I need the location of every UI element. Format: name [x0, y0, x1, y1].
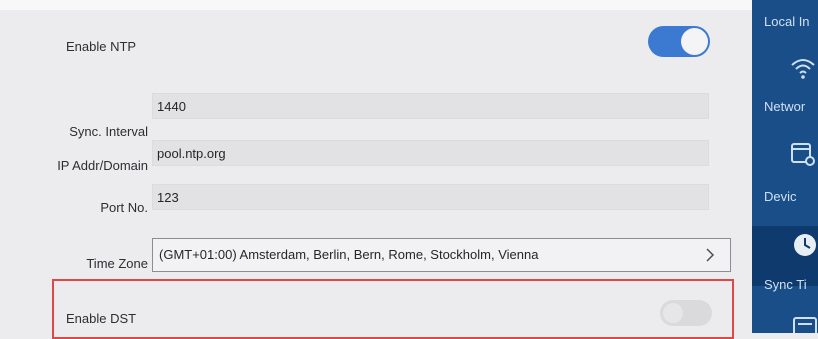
- time-zone-label: Time Zone: [86, 256, 148, 271]
- top-strip: [0, 0, 752, 10]
- enable-dst-label: Enable DST: [66, 311, 137, 326]
- enable-ntp-toggle[interactable]: [648, 26, 710, 57]
- clock-icon: [794, 234, 816, 256]
- wifi-icon: [791, 59, 815, 79]
- sidebar-item-local-info[interactable]: Local In: [764, 14, 810, 29]
- sidebar-item-device[interactable]: Devic: [764, 189, 797, 204]
- sidebar-item-sync-time[interactable]: Sync Ti: [764, 277, 807, 292]
- time-zone-value: (GMT+01:00) Amsterdam, Berlin, Bern, Rom…: [159, 247, 539, 262]
- port-input[interactable]: 123: [152, 184, 709, 210]
- enable-ntp-label: Enable NTP: [66, 39, 137, 54]
- toggle-knob: [681, 28, 708, 55]
- dst-highlight-box: [52, 279, 734, 339]
- toggle-knob: [663, 303, 683, 323]
- menu-icon: [793, 317, 817, 333]
- time-zone-select[interactable]: (GMT+01:00) Amsterdam, Berlin, Bern, Rom…: [152, 238, 731, 272]
- sync-interval-input[interactable]: 1440: [152, 93, 709, 119]
- ntp-settings-panel: Enable NTP Sync. Interval 1440 IP Addr/D…: [0, 0, 752, 339]
- chevron-right-icon: [706, 248, 715, 262]
- device-icon: [791, 143, 815, 166]
- ip-addr-label: IP Addr/Domain: [57, 158, 148, 173]
- sidebar-item-network[interactable]: Networ: [764, 99, 805, 114]
- ip-addr-input[interactable]: pool.ntp.org: [152, 140, 709, 166]
- sidebar: Local In Networ Devic Sync Ti: [752, 0, 818, 333]
- port-label: Port No.: [100, 200, 148, 215]
- enable-dst-toggle[interactable]: [660, 300, 712, 326]
- sync-interval-label: Sync. Interval: [69, 124, 148, 139]
